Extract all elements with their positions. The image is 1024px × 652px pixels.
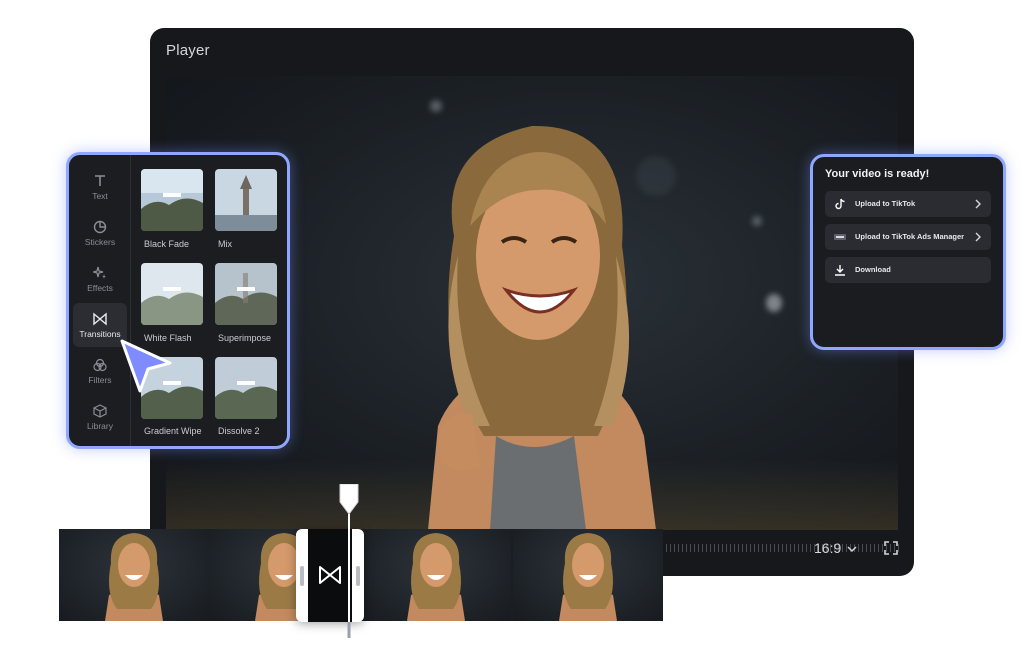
bowtie-icon <box>93 312 107 325</box>
tool-text[interactable]: Text <box>73 165 127 209</box>
transition-label: Black Fade <box>144 239 190 249</box>
tool-label: Stickers <box>84 236 116 247</box>
download-button[interactable]: Download <box>825 257 991 283</box>
tool-label: Effects <box>87 282 113 293</box>
aspect-ratio-label: 16:9 <box>814 540 842 556</box>
sticker-icon <box>93 220 107 233</box>
upload-tiktok-label: Upload to TikTok <box>855 199 916 208</box>
tool-library[interactable]: Library <box>73 395 127 439</box>
transition-thumb-dissolve-2[interactable] <box>215 357 277 419</box>
text-icon <box>95 174 105 186</box>
transition-label: Mix <box>218 239 232 249</box>
timeline-frame <box>513 529 663 621</box>
tiktok-icon <box>835 198 845 210</box>
cube-icon <box>93 403 107 418</box>
tiktok-ads-icon <box>834 234 846 240</box>
filters-icon <box>93 358 107 371</box>
tool-label: Transitions <box>79 328 121 339</box>
chevron-down-icon <box>847 546 857 553</box>
fullscreen-icon[interactable] <box>884 541 898 555</box>
timeline-frame <box>361 529 511 621</box>
woman-photo <box>428 125 656 530</box>
transitions-panel: Text Stickers Effects Transitions Filter… <box>66 152 290 449</box>
export-panel: Your video is ready! Upload to TikTok Up… <box>810 154 1006 350</box>
timeline-frame <box>59 529 209 621</box>
tool-label: Filters <box>88 374 112 385</box>
transition-label: Superimpose <box>218 333 272 343</box>
chevron-right-icon <box>975 199 981 209</box>
download-icon <box>835 265 845 276</box>
pointer-cursor-icon <box>120 339 172 393</box>
tool-sidebar: Text Stickers Effects Transitions Filter… <box>69 155 131 446</box>
chevron-right-icon <box>975 232 981 242</box>
tool-label: Text <box>92 190 108 201</box>
sparkle-icon <box>93 266 106 279</box>
transition-thumb-black-fade[interactable] <box>141 169 203 231</box>
tool-stickers[interactable]: Stickers <box>73 211 127 255</box>
upload-tiktok-ads-button[interactable]: Upload to TikTok Ads Manager <box>825 224 991 250</box>
transition-label: Dissolve 2 <box>218 426 260 436</box>
tool-effects[interactable]: Effects <box>73 257 127 301</box>
upload-tiktok-button[interactable]: Upload to TikTok <box>825 191 991 217</box>
download-label: Download <box>855 265 891 274</box>
playhead[interactable] <box>338 484 360 640</box>
trim-handle-left[interactable] <box>300 566 304 586</box>
export-title: Your video is ready! <box>825 168 930 180</box>
tool-label: Library <box>87 420 113 431</box>
transition-thumb-mix[interactable] <box>215 169 277 231</box>
transition-thumb-white-flash[interactable] <box>141 263 203 325</box>
transition-thumb-superimpose[interactable] <box>215 263 277 325</box>
aspect-ratio-select[interactable]: 16:9 <box>814 540 857 556</box>
transition-label: Gradient Wipe <box>144 426 202 436</box>
upload-tiktok-ads-label: Upload to TikTok Ads Manager <box>855 232 965 241</box>
player-title: Player <box>166 42 210 59</box>
